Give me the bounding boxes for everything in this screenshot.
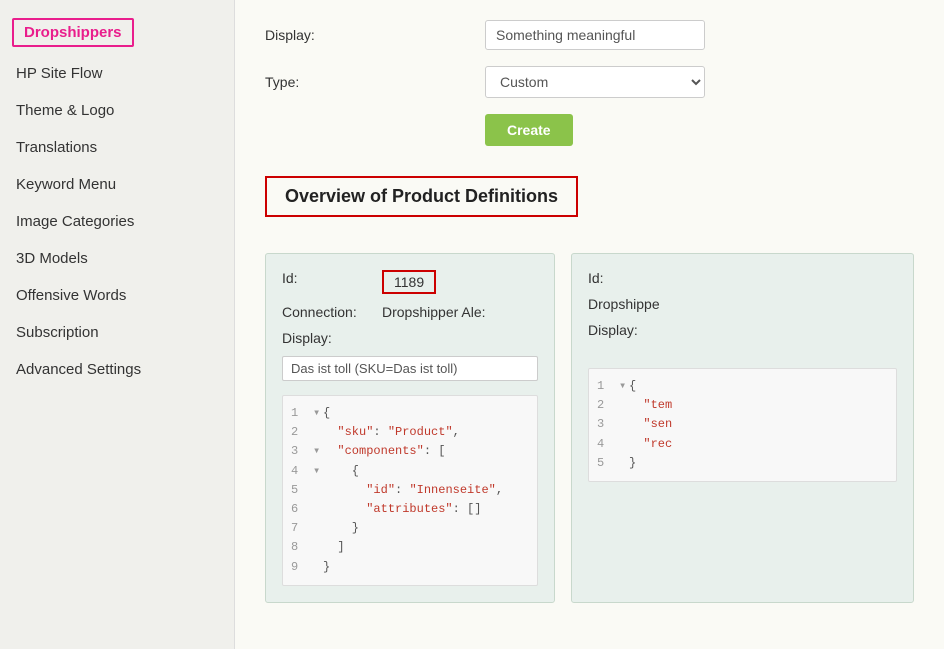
sidebar-item-image-categories[interactable]: Image Categories <box>0 203 234 240</box>
overview-heading: Overview of Product Definitions <box>265 176 578 217</box>
sidebar-item-keyword-menu[interactable]: Keyword Menu <box>0 166 234 203</box>
code-line-3: 3 ▾ "components": [ <box>291 442 529 461</box>
main-content: Display: Type: Custom Standard Advanced … <box>235 0 944 649</box>
card2-connection-field: Dropshippe <box>588 296 897 312</box>
card1-display-input[interactable] <box>282 356 538 381</box>
sidebar-item-subscription[interactable]: Subscription <box>0 314 234 351</box>
sidebar-item-3d-models[interactable]: 3D Models <box>0 240 234 277</box>
code-line-7: 7 } <box>291 519 529 538</box>
card1-connection-field: Connection: Dropshipper Ale: <box>282 304 538 320</box>
card1-display-label: Display: <box>282 330 382 346</box>
overview-heading-wrapper: Overview of Product Definitions <box>265 176 914 235</box>
sidebar: Dropshippers HP Site Flow Theme & Logo T… <box>0 0 235 649</box>
card2-code-block: 1 ▾ { 2 "tem 3 "sen 4 "r <box>588 368 897 482</box>
card2-id-field: Id: <box>588 270 897 286</box>
sidebar-item-hp-site-flow[interactable]: HP Site Flow <box>0 55 234 92</box>
card2-code-line-1: 1 ▾ { <box>597 377 888 396</box>
card1-connection-label: Connection: <box>282 304 382 320</box>
cards-row: Id: 1189 Connection: Dropshipper Ale: Di… <box>265 253 914 603</box>
sidebar-item-translations[interactable]: Translations <box>0 129 234 166</box>
display-row: Display: <box>265 20 914 50</box>
card1-display-field: Display: <box>282 330 538 346</box>
product-definition-form: Display: Type: Custom Standard Advanced … <box>265 20 914 156</box>
card1-id-value: 1189 <box>382 270 436 294</box>
code-line-5: 5 "id": "Innenseite", <box>291 481 529 500</box>
card1-code-block: 1 ▾ { 2 "sku": "Product", 3 ▾ "component… <box>282 395 538 586</box>
card2-display-field: Display: <box>588 322 897 338</box>
code-line-2: 2 "sku": "Product", <box>291 423 529 442</box>
card2-id-label: Id: <box>588 270 688 286</box>
card2-code-line-2: 2 "tem <box>597 396 888 415</box>
display-label: Display: <box>265 27 485 43</box>
type-select[interactable]: Custom Standard Advanced <box>485 66 705 98</box>
card2-connection-value: Dropshippe <box>588 296 660 312</box>
card2-display-label: Display: <box>588 322 688 338</box>
product-card-1: Id: 1189 Connection: Dropshipper Ale: Di… <box>265 253 555 603</box>
type-row: Type: Custom Standard Advanced <box>265 66 914 98</box>
sidebar-item-advanced-settings[interactable]: Advanced Settings <box>0 351 234 388</box>
card2-code-line-5: 5 } <box>597 454 888 473</box>
card1-id-label: Id: <box>282 270 382 286</box>
code-line-6: 6 "attributes": [] <box>291 500 529 519</box>
sidebar-item-theme-logo[interactable]: Theme & Logo <box>0 92 234 129</box>
display-input[interactable] <box>485 20 705 50</box>
card2-code-line-4: 4 "rec <box>597 435 888 454</box>
code-line-4: 4 ▾ { <box>291 462 529 481</box>
card1-connection-value: Dropshipper Ale: <box>382 304 486 320</box>
product-card-2: Id: Dropshippe Display: 1 ▾ { 2 "tem <box>571 253 914 603</box>
code-line-1: 1 ▾ { <box>291 404 529 423</box>
create-button[interactable]: Create <box>485 114 573 146</box>
card2-code-line-3: 3 "sen <box>597 415 888 434</box>
sidebar-item-offensive-words[interactable]: Offensive Words <box>0 277 234 314</box>
card1-id-field: Id: 1189 <box>282 270 538 294</box>
type-label: Type: <box>265 74 485 90</box>
sidebar-item-dropshippers[interactable]: Dropshippers <box>12 18 134 47</box>
code-line-9: 9 } <box>291 558 529 577</box>
code-line-8: 8 ] <box>291 538 529 557</box>
